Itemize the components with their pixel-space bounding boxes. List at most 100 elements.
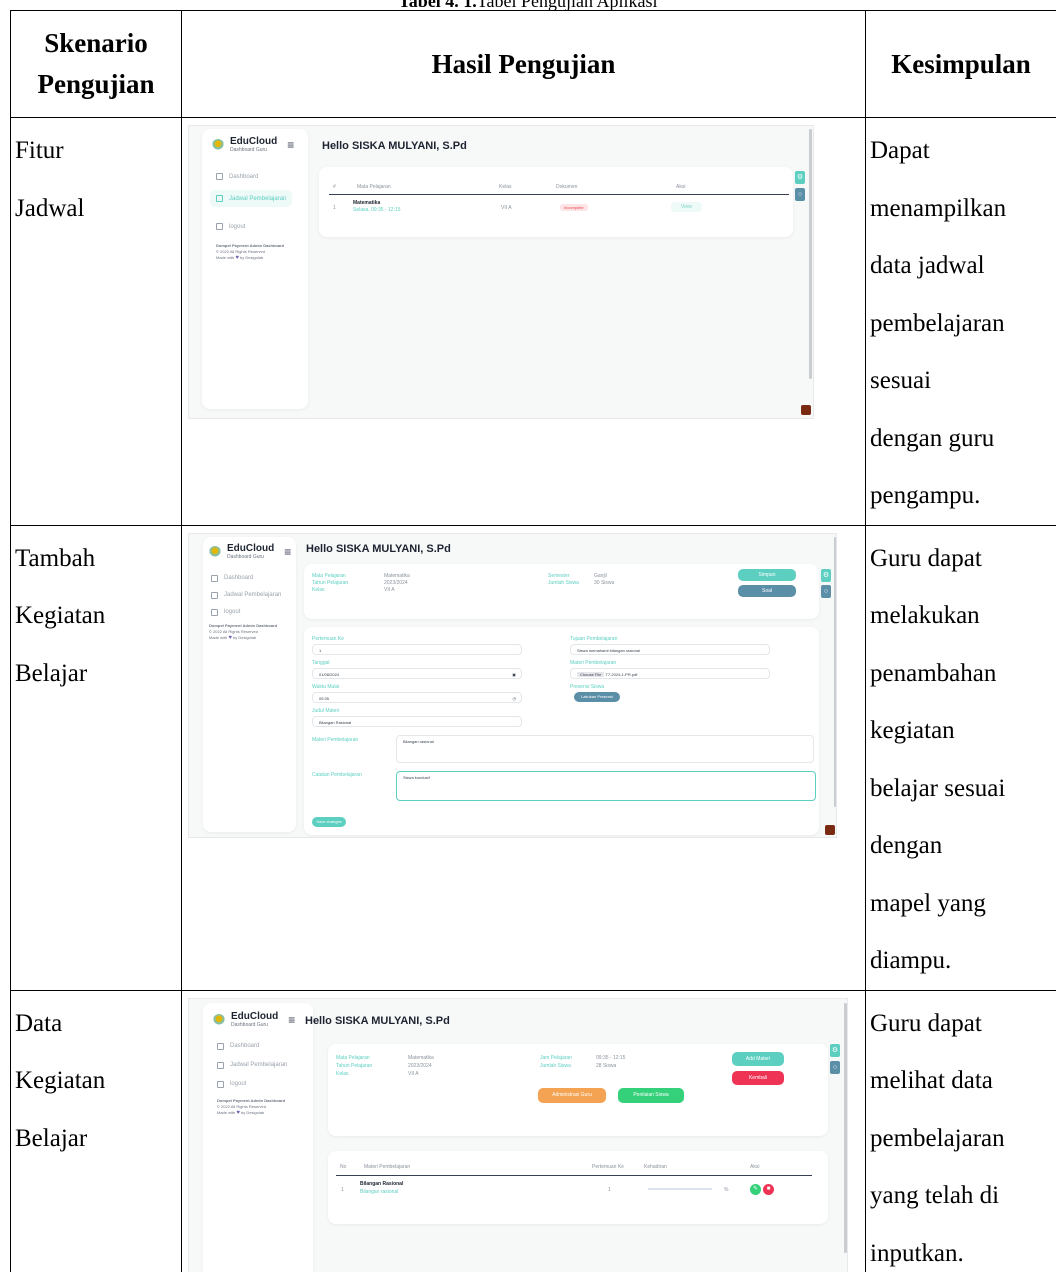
trash-icon[interactable]: ■	[763, 1183, 774, 1195]
table-row: Tambah Kegiatan Belajar EduCloud Dashboar…	[10, 524, 1056, 991]
judul-input[interactable]: Bilangan Rasional	[312, 715, 522, 727]
save-changes-button[interactable]: Save changes	[312, 816, 346, 827]
theme-button[interactable]: ○	[830, 1060, 840, 1074]
screenshot-cell: EduCloud Dashboard Guru ≡ Dashboard Jadwa…	[181, 989, 866, 1272]
menu-icon[interactable]: ≡	[284, 545, 291, 559]
logout-icon	[217, 1080, 224, 1088]
nav-logout[interactable]: logout	[216, 223, 245, 230]
administrasi-guru-button[interactable]: Administrasi Guru	[538, 1087, 606, 1103]
scrollbar[interactable]	[834, 536, 836, 807]
table-header-row: Skenario Pengujian Hasil Pengujian Kesim…	[10, 10, 1056, 118]
table-row: Data Kegiatan Belajar EduCloud Dashboard …	[10, 989, 1056, 1272]
logo: EduCloud Dashboard Guru ≡	[213, 1011, 295, 1028]
penilaian-siswa-button[interactable]: Penilaian Siswa	[618, 1087, 684, 1103]
materi-table-card: No Materi Pembelajaran Pertemuan Ke Keha…	[328, 1150, 828, 1224]
screenshot-cell: EduCloud Dashboard Guru ≡ Dashboard Jadwa…	[181, 117, 866, 526]
kembali-button[interactable]: Kembali	[732, 1070, 784, 1085]
edit-icon[interactable]: ✎	[750, 1183, 761, 1195]
settings-button[interactable]: ⚙	[830, 1043, 840, 1057]
catatan-textarea[interactable]: Siswa kondusif	[396, 770, 816, 801]
materi-textarea[interactable]: Bilangan rasional	[396, 734, 814, 763]
screenshot-jadwal: EduCloud Dashboard Guru ≡ Dashboard Jadwa…	[188, 125, 814, 419]
file-input[interactable]: Choose File T7-2024-1-PR.pdf	[570, 667, 770, 679]
sidebar-footer: Dompet Payment Admin Dashboard © 2022 All…	[217, 1097, 286, 1116]
greeting: Hello SISKA MULYANI, S.Pd	[322, 140, 467, 152]
settings-button[interactable]: ⚙	[795, 171, 805, 184]
sidebar-footer: Dompet Payment Admin Dashboard © 2022 All…	[216, 243, 285, 261]
sidebar-footer: Dompet Payment Admin Dashboard © 2022 All…	[209, 622, 278, 641]
menu-icon[interactable]: ≡	[288, 1013, 295, 1027]
add-materi-button[interactable]: Add Materi	[732, 1051, 784, 1066]
soal-button[interactable]: Soal	[738, 584, 796, 597]
skenario-cell: Fitur Jadwal	[10, 117, 182, 526]
tanggal-input[interactable]: 01/08/2024 ▣	[312, 667, 522, 679]
kesimpulan-cell: Dapat menampilkan data jadwal pembelajar…	[865, 117, 1056, 526]
scrollbar[interactable]	[844, 1002, 847, 1253]
simpan-button[interactable]: Simpan	[738, 568, 796, 581]
nav-jadwal[interactable]: Jadwal Pembelajaran	[217, 1061, 287, 1069]
greeting: Hello SISKA MULYANI, S.Pd	[305, 1014, 450, 1027]
educloud-logo-icon	[213, 1013, 225, 1026]
app-corner-icon	[825, 824, 835, 835]
calendar-icon	[217, 1061, 224, 1069]
info-card: Mata Pelajaran Matematika Tahun Pelajara…	[304, 563, 819, 619]
nav-dashboard[interactable]: Dashboard	[211, 574, 253, 582]
dashboard-icon	[211, 574, 218, 582]
table-caption: Tabel 4. 1.Tabel Pengujian Aplikasi	[0, 0, 1056, 10]
header-skenario: Skenario Pengujian	[10, 10, 182, 118]
header-hasil: Hasil Pengujian	[181, 10, 866, 118]
presensi-button[interactable]: Lakukan Presensi	[574, 691, 620, 702]
tujuan-input[interactable]: Siswa memahami bilangan rasional	[570, 643, 770, 655]
screenshot-tambah-kegiatan: EduCloud Dashboard Guru ≡ Dashboard Jadwa…	[188, 532, 837, 838]
screenshot-data-kegiatan: EduCloud Dashboard Guru ≡ Dashboard Jadwa…	[188, 997, 848, 1272]
menu-icon[interactable]: ≡	[287, 138, 294, 152]
theme-button[interactable]: ○	[795, 188, 805, 201]
skenario-cell: Data Kegiatan Belajar	[10, 989, 182, 1272]
sidebar: EduCloud Dashboard Guru ≡ Dashboard Jadwa…	[203, 1002, 313, 1272]
settings-button[interactable]: ⚙	[821, 568, 831, 582]
kesimpulan-cell: Guru dapat melihat data pembelajaran yan…	[865, 989, 1056, 1272]
dashboard-icon	[217, 1042, 224, 1050]
heart-icon: ♥	[236, 1109, 240, 1116]
sidebar: EduCloud Dashboard Guru ≡ Dashboard Jadwa…	[202, 129, 308, 409]
sidebar: EduCloud Dashboard Guru ≡ Dashboard Jadwa…	[203, 536, 296, 832]
heart-icon: ♥	[235, 255, 239, 261]
table-row: Fitur Jadwal EduCloud Dashboard Guru ≡ Da…	[10, 117, 1056, 526]
divider	[329, 194, 789, 195]
greeting: Hello SISKA MULYANI, S.Pd	[306, 542, 451, 555]
nav-dashboard[interactable]: Dashboard	[216, 173, 258, 180]
scrollbar[interactable]	[809, 129, 812, 379]
app-corner-icon	[801, 405, 811, 415]
nav-logout[interactable]: logout	[217, 1080, 246, 1088]
educloud-logo-icon	[209, 545, 221, 558]
theme-button[interactable]: ○	[821, 584, 831, 598]
nav-logout[interactable]: logout	[211, 608, 240, 616]
kehadiran-progress	[648, 1187, 712, 1190]
nav-dashboard[interactable]: Dashboard	[217, 1042, 259, 1050]
jadwal-table-card: # Mata Pelajaran Kelas Dokumen Aksi 1 Ma…	[319, 167, 793, 237]
logout-icon	[211, 608, 218, 616]
screenshot-cell: EduCloud Dashboard Guru ≡ Dashboard Jadwa…	[181, 524, 866, 991]
dashboard-icon	[216, 173, 223, 180]
info-card: Mata Pelajaran Matematika Tahun Pelajara…	[328, 1043, 828, 1136]
status-badge: Incomplete	[560, 204, 588, 211]
view-button[interactable]: View	[671, 202, 702, 212]
calendar-icon	[211, 591, 218, 599]
test-table: Skenario Pengujian Hasil Pengujian Kesim…	[10, 10, 1056, 1272]
logo: EduCloud Dashboard Guru ≡	[209, 543, 291, 560]
calendar-icon	[216, 195, 223, 202]
skenario-cell: Tambah Kegiatan Belajar	[10, 524, 182, 991]
waktu-input[interactable]: 09:35 ◷	[312, 691, 522, 703]
logout-icon	[216, 223, 223, 230]
divider	[336, 1174, 812, 1176]
header-kesimpulan: Kesimpulan	[865, 10, 1056, 118]
nav-jadwal[interactable]: Jadwal Pembelajaran	[210, 190, 293, 207]
form-card: Pertemuan Ke 1 Tanggal 01/08/2024 ▣ Waktu…	[304, 626, 819, 835]
kesimpulan-cell: Guru dapat melakukan penambahan kegiatan…	[865, 524, 1056, 991]
pertemuan-input[interactable]: 1	[312, 643, 522, 655]
heart-icon: ♥	[228, 634, 232, 641]
logo: EduCloud Dashboard Guru ≡	[212, 137, 294, 153]
calendar-icon: ▣	[512, 671, 516, 677]
nav-jadwal[interactable]: Jadwal Pembelajaran	[211, 591, 281, 599]
clock-icon: ◷	[512, 695, 517, 701]
